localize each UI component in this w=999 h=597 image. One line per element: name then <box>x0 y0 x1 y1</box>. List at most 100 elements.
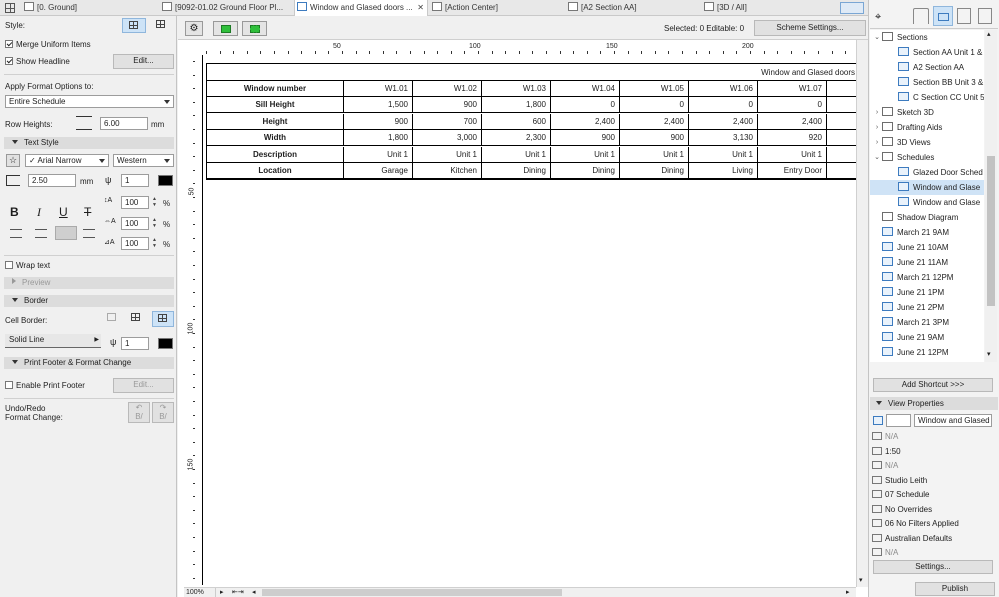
footer-edit-button[interactable]: Edit... <box>113 378 174 393</box>
text-pen-input[interactable]: 1 <box>121 174 149 187</box>
navigator-item[interactable]: Glazed Door Sched <box>870 165 984 180</box>
tree-scrollbar[interactable]: ▴ ▾ <box>985 30 997 362</box>
navigator-item[interactable]: Section AA Unit 1 & <box>870 45 984 60</box>
scheme-settings-button[interactable]: Scheme Settings... <box>754 20 866 36</box>
schedule-cell[interactable]: 900 <box>344 113 413 130</box>
enable-print-footer-checkbox[interactable] <box>5 381 13 389</box>
schedule-cell[interactable]: Unit 1 <box>689 146 758 163</box>
slant-factor-spinner[interactable]: ▲ ▼ <box>152 237 158 250</box>
schedule-cell[interactable]: 0 <box>551 97 620 114</box>
wrap-text-checkbox[interactable] <box>5 261 13 269</box>
schedule-cell[interactable]: 3,000 <box>413 130 482 147</box>
print-footer-section[interactable]: Print Footer & Format Change <box>4 357 174 369</box>
scroll-left-icon[interactable]: ◂ <box>252 588 256 597</box>
text-pen-color-swatch[interactable] <box>158 175 173 186</box>
navigator-item[interactable]: June 21 12PM <box>870 345 984 360</box>
schedule-cell[interactable]: Kitchen <box>413 163 482 179</box>
schedule-cell[interactable]: Entry Door <box>758 163 827 179</box>
navigator-item[interactable]: › 3D Views <box>870 135 984 150</box>
scroll-down-icon[interactable]: ▾ <box>859 576 863 584</box>
schedule-cell[interactable]: 600 <box>482 113 551 130</box>
select-cells-button[interactable] <box>213 21 238 36</box>
font-size-input[interactable]: 2.50 <box>28 174 76 187</box>
scroll-up-icon[interactable]: ▴ <box>987 30 991 38</box>
width-factor-spinner[interactable]: ▲ ▼ <box>152 196 158 209</box>
horizontal-scrollbar[interactable]: 100% ▸ ⇤⇥ ◂ ▸ <box>184 587 856 597</box>
schedule-cell[interactable]: 2,400 <box>758 113 827 130</box>
spacing-factor-input[interactable]: 100 <box>121 217 149 230</box>
italic-icon[interactable]: I <box>37 205 41 220</box>
schedule-cell[interactable]: Garage <box>344 163 413 179</box>
scroll-thumb[interactable] <box>262 589 562 596</box>
schedule-cell[interactable]: 1,800 <box>482 97 551 114</box>
scroll-down-icon[interactable]: ▾ <box>987 350 991 358</box>
schedule-cell[interactable]: 0 <box>620 97 689 114</box>
schedule-cell[interactable]: 900 <box>620 130 689 147</box>
gear-icon[interactable]: ⚙ <box>185 21 203 36</box>
view-name-input[interactable]: Window and Glased <box>914 414 992 427</box>
row-heights-input[interactable]: 6.00 <box>100 117 148 130</box>
schedule-cell[interactable]: 0 <box>758 97 827 114</box>
schedule-cell[interactable]: Unit 1 <box>758 146 827 163</box>
border-pen-input[interactable]: 1 <box>121 337 149 350</box>
spacing-factor-spinner[interactable]: ▲ ▼ <box>152 217 158 230</box>
close-tab-icon[interactable]: ✕ <box>417 0 424 16</box>
border-none-button[interactable] <box>104 311 122 327</box>
schedule-cell[interactable]: 2,400 <box>689 113 758 130</box>
navigator-item[interactable]: › Sketch 3D <box>870 105 984 120</box>
schedule-cell[interactable] <box>827 147 856 163</box>
tree-scroll-thumb[interactable] <box>987 156 995 306</box>
schedule-cell[interactable]: Dining <box>620 163 689 179</box>
grid-menu-icon[interactable] <box>5 3 15 13</box>
view-property-row[interactable]: 07 Schedule <box>872 490 929 499</box>
font-name-select[interactable]: ✓ Arial Narrow <box>25 154 109 167</box>
view-properties-section[interactable]: View Properties <box>870 397 998 410</box>
show-headline-checkbox[interactable] <box>5 57 13 65</box>
vertical-scrollbar[interactable]: ▾ <box>856 40 868 587</box>
border-pen-color-swatch[interactable] <box>158 338 173 349</box>
apply-format-select[interactable]: Entire Schedule <box>5 95 174 108</box>
schedule-cell[interactable]: W1.03 <box>482 81 551 97</box>
tab-window-schedule[interactable]: Window and Glased doors ... ✕ <box>294 0 428 16</box>
font-favorites-icon[interactable]: ☆ <box>6 154 20 167</box>
tab-a2-section-aa[interactable]: [A2 Section AA] <box>566 0 700 16</box>
layout-book-icon[interactable] <box>957 8 971 24</box>
schedule-cell[interactable]: W1.05 <box>620 81 689 97</box>
navigator-item[interactable]: ⌄ Sections <box>870 30 984 45</box>
chevron-right-icon[interactable]: › <box>872 105 882 120</box>
schedule-cell[interactable]: Dining <box>482 163 551 179</box>
fit-window-icon[interactable]: ⇤⇥ <box>232 588 244 597</box>
navigator-item[interactable]: C Section CC Unit 5 <box>870 90 984 105</box>
navigator-item[interactable]: June 21 10AM <box>870 240 984 255</box>
underline-icon[interactable]: U <box>59 205 68 219</box>
view-id-input[interactable] <box>886 414 911 427</box>
navigator-item[interactable]: Window and Glase <box>870 180 984 195</box>
schedule-cell[interactable] <box>827 97 856 114</box>
navigator-item[interactable]: March 21 12PM <box>870 270 984 285</box>
preview-section[interactable]: Preview <box>4 277 174 289</box>
chevron-right-icon[interactable]: ▸ <box>220 588 224 597</box>
navigator-item[interactable]: June 21 11AM <box>870 255 984 270</box>
schedule-cell[interactable]: W1.04 <box>551 81 620 97</box>
headline-edit-button[interactable]: Edit... <box>113 54 174 69</box>
align-center-icon[interactable] <box>35 229 47 238</box>
schedule-cell[interactable] <box>827 130 856 147</box>
chevron-down-icon[interactable]: ⌄ <box>872 150 882 165</box>
schedule-cell[interactable] <box>827 81 856 97</box>
view-property-row[interactable]: N/A <box>872 548 898 557</box>
schedule-row-label[interactable]: Height <box>207 113 344 130</box>
schedule-cell[interactable]: 900 <box>551 130 620 147</box>
chevron-right-icon[interactable]: › <box>872 135 882 150</box>
zoom-level[interactable]: 100% <box>186 588 216 597</box>
schedule-cell[interactable]: Unit 1 <box>482 146 551 163</box>
schedule-cell[interactable]: 700 <box>413 113 482 130</box>
schedule-cell[interactable]: Unit 1 <box>413 146 482 163</box>
schedule-row-label[interactable]: Location <box>207 163 344 179</box>
schedule-row-label[interactable]: Width <box>207 130 344 147</box>
tab-overflow-icon[interactable] <box>840 2 864 14</box>
redo-format-button[interactable]: ↷ B/ <box>152 402 174 423</box>
schedule-cell[interactable]: W1.06 <box>689 81 758 97</box>
font-script-select[interactable]: Western <box>113 154 174 167</box>
scroll-right-icon[interactable]: ▸ <box>846 588 850 597</box>
view-property-row[interactable]: N/A <box>872 461 898 470</box>
